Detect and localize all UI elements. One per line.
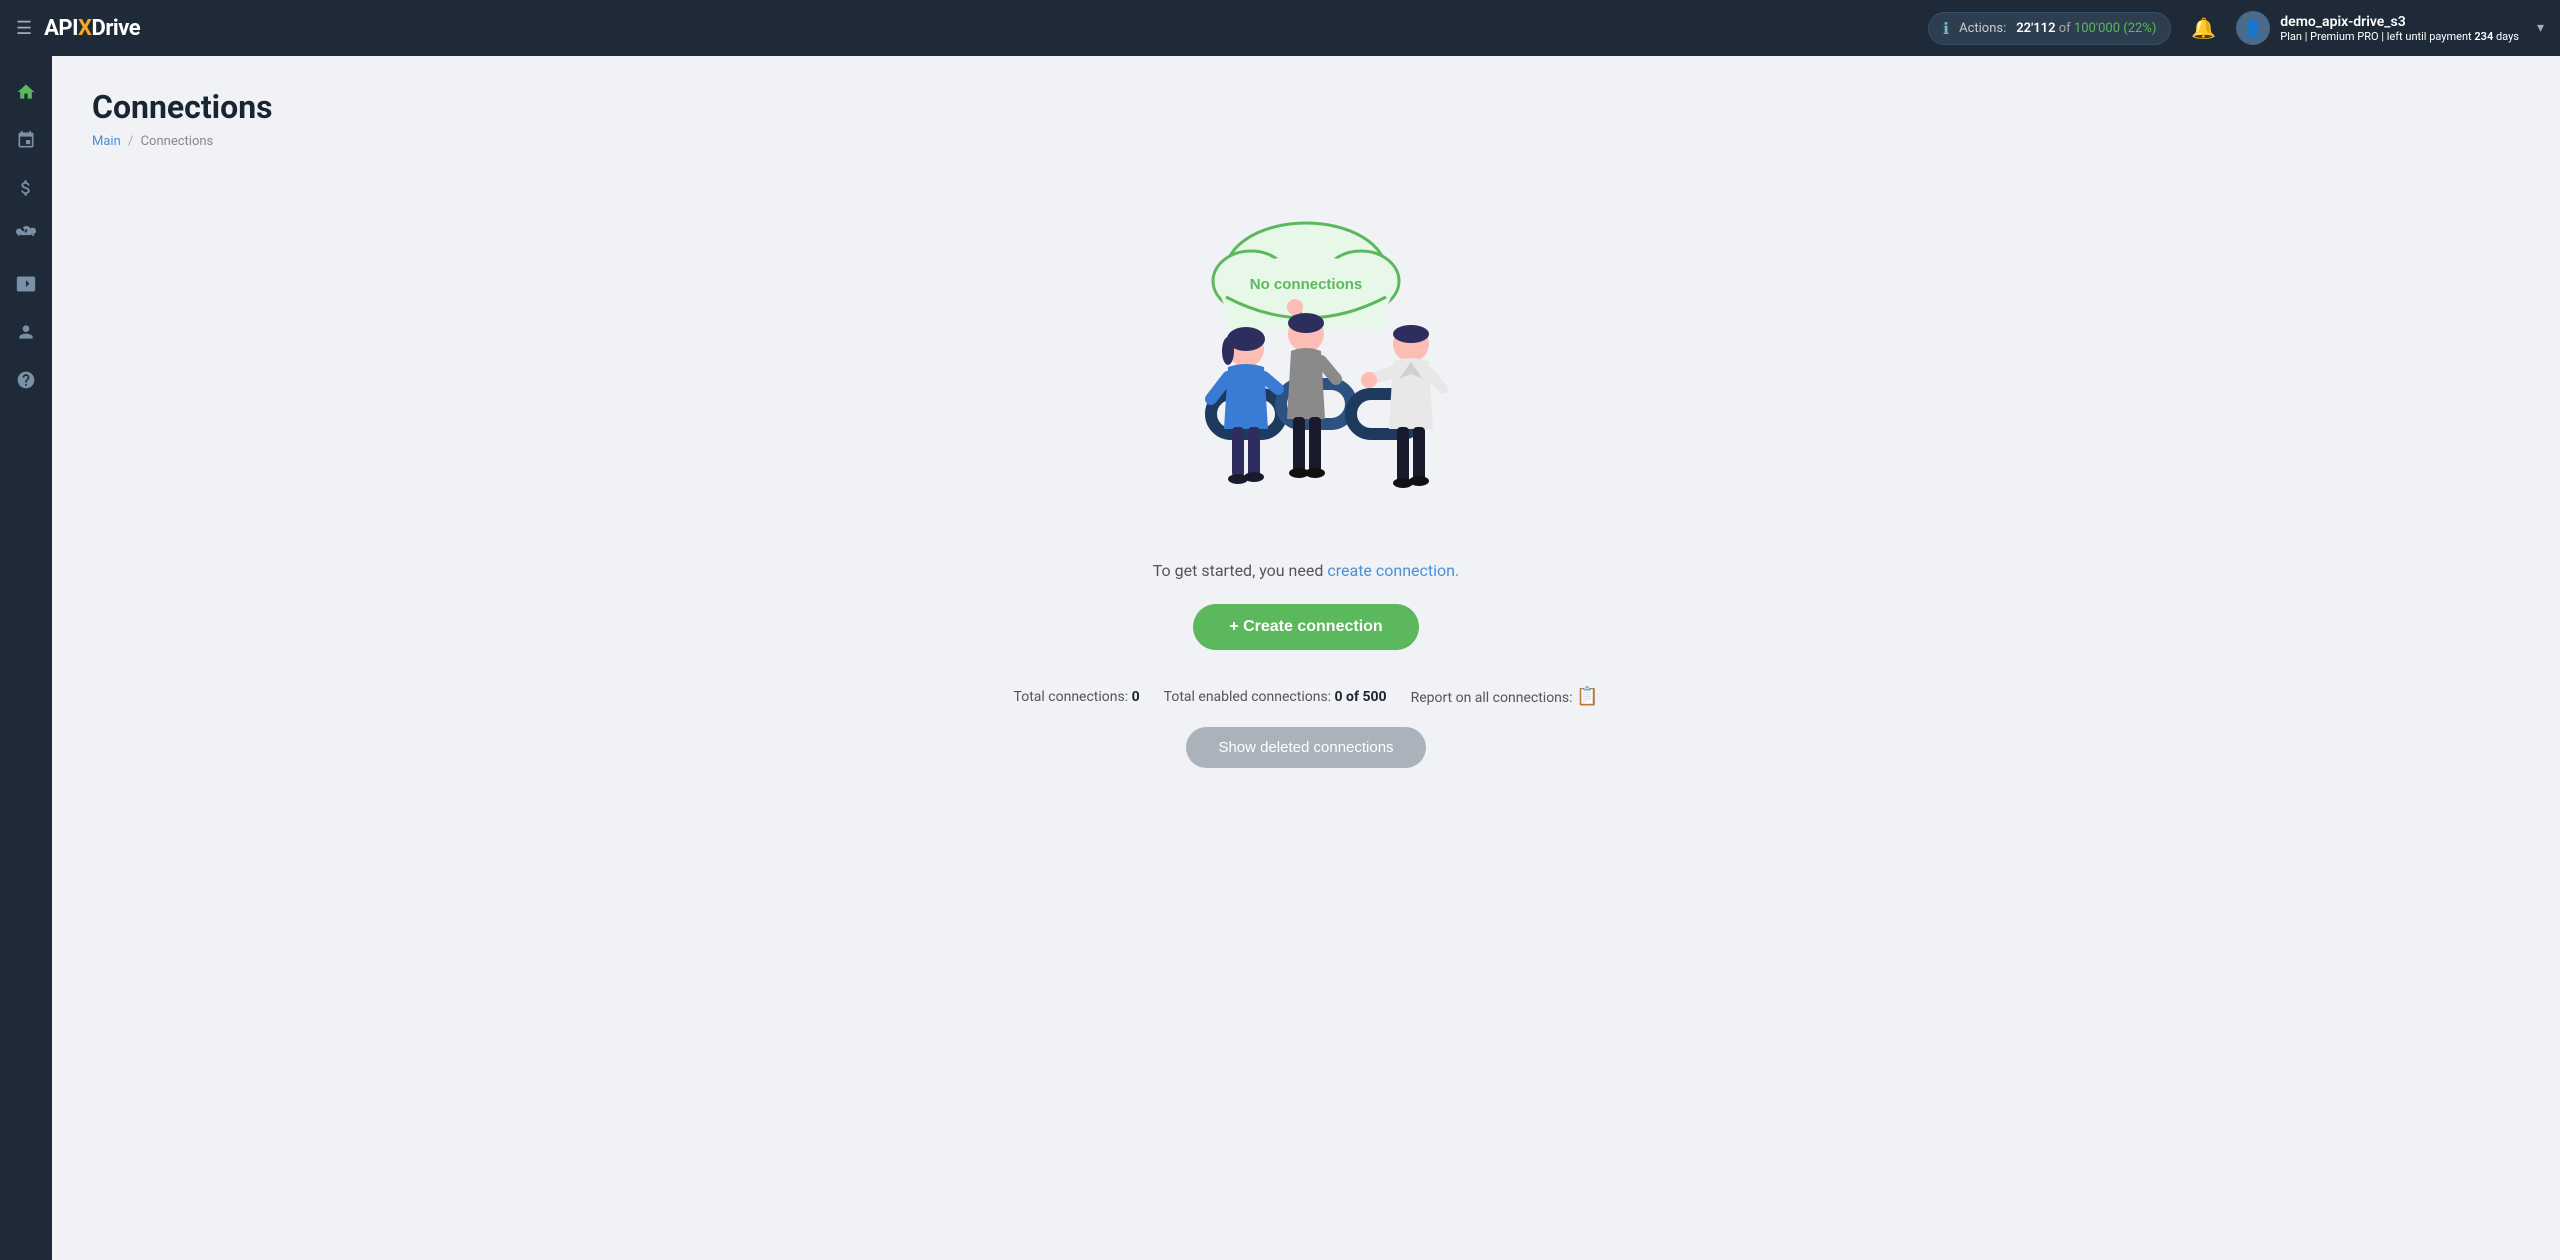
- breadcrumb-home[interactable]: Main: [92, 134, 121, 149]
- user-name: demo_apix-drive_s3: [2280, 14, 2519, 30]
- sidebar-item-profile[interactable]: [6, 312, 46, 352]
- report-icon[interactable]: 📋: [1576, 686, 1598, 707]
- page-title: Connections: [92, 88, 2520, 126]
- stats-row: Total connections: 0 Total enabled conne…: [1014, 686, 1599, 707]
- tagline: To get started, you need create connecti…: [1153, 561, 1459, 580]
- logo-api: API: [44, 16, 78, 41]
- info-icon: ℹ: [1943, 19, 1949, 38]
- actions-current: 22'112 of 100'000 (22%): [2016, 21, 2156, 36]
- sidebar-item-home[interactable]: [6, 72, 46, 112]
- logo: APIXDrive: [44, 16, 140, 41]
- sidebar: [0, 56, 52, 1260]
- logo-x: X: [78, 16, 91, 41]
- tagline-link[interactable]: create connection.: [1327, 561, 1459, 580]
- illustration: No connections: [1096, 209, 1516, 529]
- user-section[interactable]: 👤 demo_apix-drive_s3 Plan | Premium PRO …: [2236, 11, 2544, 45]
- user-plan: Plan | Premium PRO | left until payment …: [2280, 30, 2519, 43]
- sidebar-item-billing[interactable]: [6, 168, 46, 208]
- menu-icon[interactable]: ☰: [16, 18, 32, 39]
- chevron-down-icon: ▾: [2537, 20, 2544, 36]
- report-connections-label: Report on all connections: 📋: [1411, 686, 1599, 707]
- total-connections-label: Total connections: 0: [1014, 689, 1140, 705]
- page-content: Connections Main / Connections: [52, 56, 2560, 1260]
- svg-text:No connections: No connections: [1250, 276, 1363, 293]
- logo-drive: Drive: [92, 16, 141, 41]
- show-deleted-connections-button[interactable]: Show deleted connections: [1186, 727, 1425, 768]
- user-info: demo_apix-drive_s3 Plan | Premium PRO | …: [2280, 14, 2519, 43]
- topnav: ☰ APIXDrive ℹ Actions: 22'112 of 100'000…: [0, 0, 2560, 56]
- tagline-prefix: To get started, you need: [1153, 561, 1328, 580]
- create-connection-button[interactable]: + Create connection: [1193, 604, 1418, 650]
- center-area: No connections: [92, 189, 2520, 768]
- actions-label: Actions:: [1959, 21, 2006, 36]
- main-layout: Connections Main / Connections: [0, 56, 2560, 1260]
- actions-of: of: [2059, 21, 2074, 36]
- sidebar-item-connections[interactable]: [6, 120, 46, 160]
- total-connections-value: 0: [1132, 689, 1140, 705]
- sidebar-item-integrations[interactable]: [6, 216, 46, 256]
- avatar: 👤: [2236, 11, 2270, 45]
- breadcrumb-sep: /: [128, 134, 137, 149]
- breadcrumb: Main / Connections: [92, 134, 2520, 149]
- enabled-connections-label: Total enabled connections: 0 of 500: [1164, 689, 1387, 705]
- breadcrumb-current: Connections: [141, 134, 214, 149]
- sidebar-item-video[interactable]: [6, 264, 46, 304]
- enabled-connections-value: 0 of 500: [1335, 689, 1387, 705]
- actions-pill: ℹ Actions: 22'112 of 100'000 (22%): [1928, 12, 2171, 45]
- sidebar-item-help[interactable]: [6, 360, 46, 400]
- bell-icon[interactable]: 🔔: [2191, 16, 2216, 40]
